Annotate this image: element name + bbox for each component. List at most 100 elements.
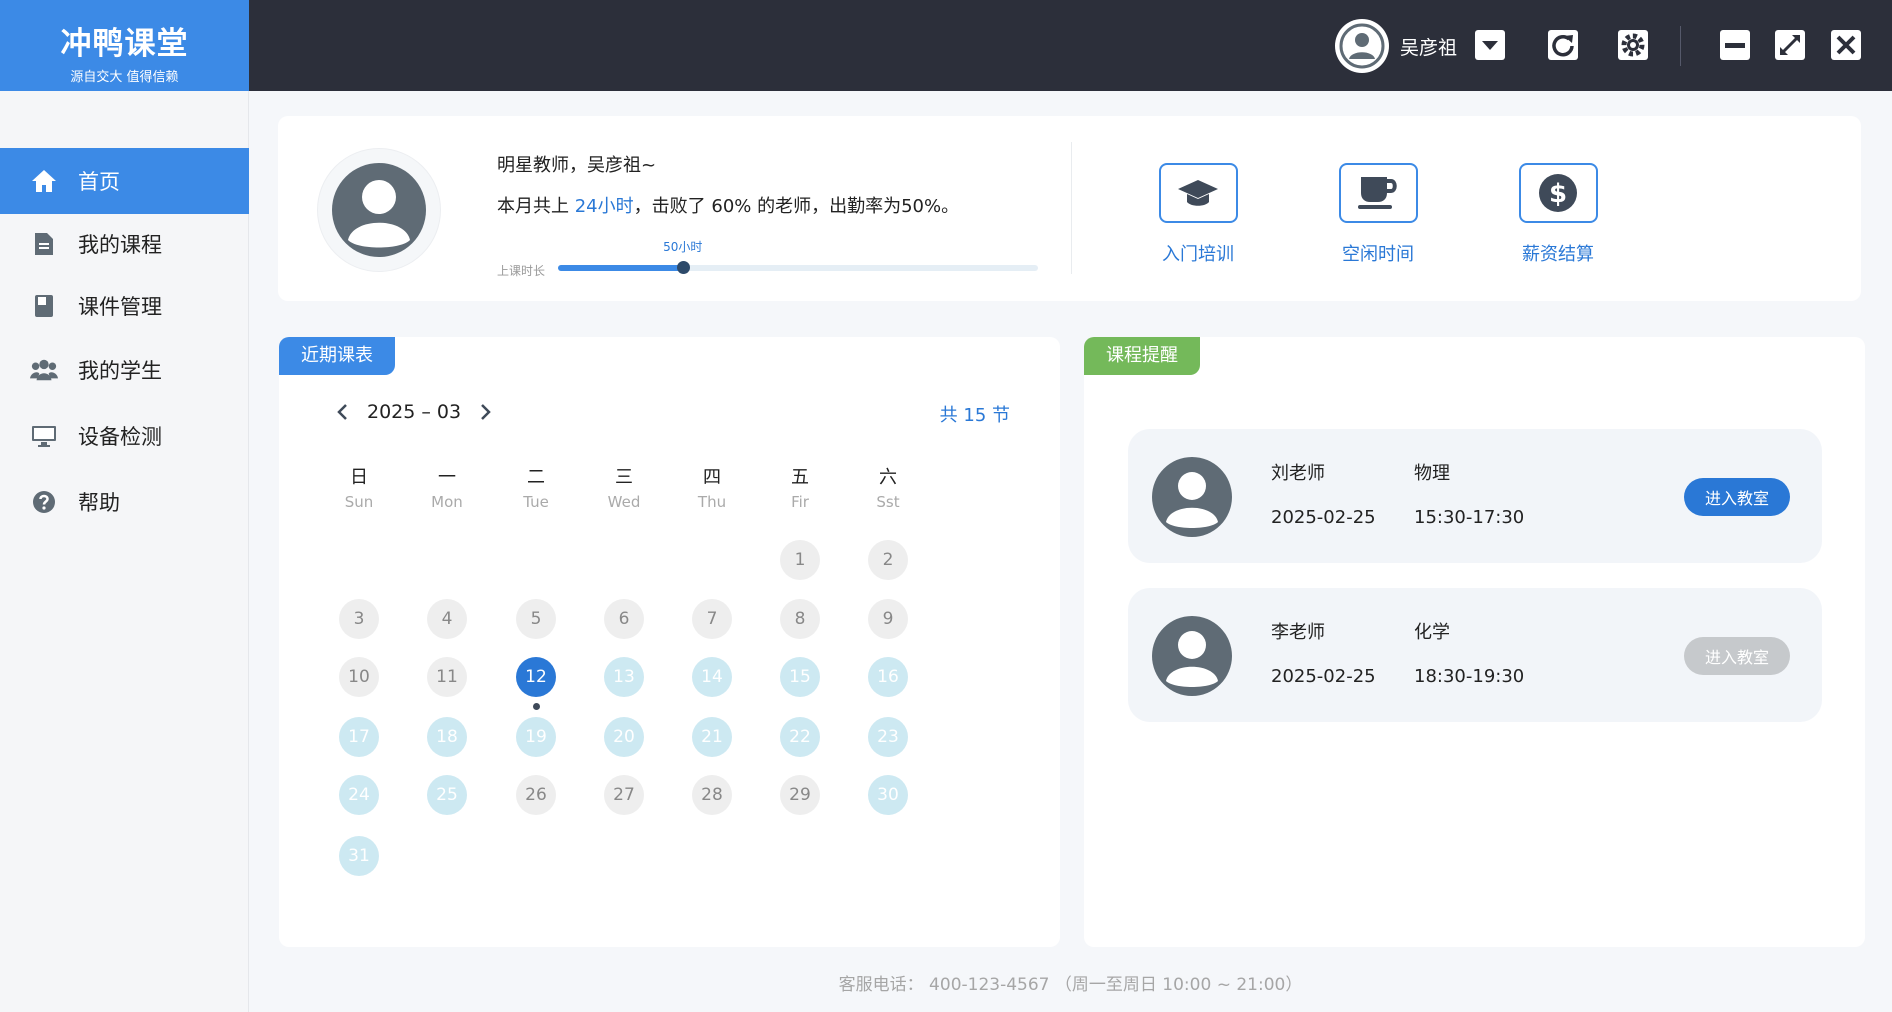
calendar-day[interactable]: 10 [339,657,379,697]
weekday-label: 三 Wed [584,463,664,511]
calendar-day[interactable]: 6 [604,599,644,639]
home-icon [30,167,58,195]
calendar-day[interactable]: 8 [780,599,820,639]
sidebar-item-label: 帮助 [78,491,120,515]
lesson-count: 共 15 节 [939,405,1010,426]
reminder-tag: 课程提醒 [1084,337,1200,375]
footer-hotline: 客服电话： 400-123-4567 （周一至周日 10:00 ~ 21:00） [838,975,1303,995]
weekday-cn: 五 [791,467,809,488]
month-navigator: 2025 – 03 [331,397,497,427]
weekday-cn: 六 [879,467,897,488]
reminder-panel: 课程提醒 刘老师 物理 2025-02-25 15:30-17:30 进入教室 … [1084,337,1865,947]
calendar-day[interactable]: 25 [427,775,467,815]
calendar-day[interactable]: 31 [339,836,379,876]
maximize-icon[interactable] [1772,27,1808,63]
enter-classroom-button[interactable]: 进入教室 [1684,478,1790,516]
calendar-day[interactable]: 2 [868,540,908,580]
teacher-name: 刘老师 [1271,463,1325,484]
course-subject: 化学 [1414,622,1450,643]
quick-action-free-time[interactable]: 空闲时间 [1323,163,1433,266]
calendar-day[interactable]: 20 [604,717,644,757]
top-bar: 冲鸭课堂 源自交大 值得信赖 吴彦祖 [0,0,1892,91]
quick-action-label: 入门培训 [1162,244,1234,265]
calendar-day[interactable]: 14 [692,657,732,697]
schedule-tag: 近期课表 [279,337,395,375]
sidebar-item-label: 课件管理 [78,295,162,319]
teaching-hours-progress: 50小时 [558,240,1038,274]
close-icon[interactable] [1828,27,1864,63]
calendar-day[interactable]: 27 [604,775,644,815]
sidebar-item-courseware[interactable]: 课件管理 [0,273,249,339]
dollar-icon: $ [1518,163,1598,223]
calendar-day[interactable]: 3 [339,599,379,639]
calendar-day[interactable]: 24 [339,775,379,815]
weekday-en: Fir [791,493,809,511]
calendar-day[interactable]: 5 [516,599,556,639]
schedule-panel: 近期课表 2025 – 03 共 15 节 日 Sun 一 Mon 二 Tue 三 Wed 四 T… [279,337,1060,947]
calendar-day[interactable]: 7 [692,599,732,639]
calendar-day[interactable]: 22 [780,717,820,757]
username[interactable]: 吴彦祖 [1400,33,1457,60]
sidebar-item-home[interactable]: 首页 [0,148,249,214]
calendar-day[interactable]: 4 [427,599,467,639]
sidebar-item-device-check[interactable]: 设备检测 [0,403,249,469]
weekday-cn: 四 [703,467,721,488]
dropdown-icon[interactable] [1472,27,1508,63]
calendar-day[interactable]: 19 [516,717,556,757]
user-avatar-icon[interactable] [1335,19,1389,73]
chevron-right-icon[interactable] [475,397,497,427]
quick-action-training[interactable]: 入门培训 [1143,163,1253,266]
calendar-day[interactable]: 13 [604,657,644,697]
sidebar-item-courses[interactable]: 我的课程 [0,211,249,277]
summary-prefix: 本月共上 [497,196,575,217]
sidebar-item-students[interactable]: 我的学生 [0,337,249,403]
sidebar-item-help[interactable]: 帮助 [0,469,249,535]
coffee-cup-icon [1338,163,1418,223]
avatar [317,148,441,272]
course-time: 18:30-19:30 [1414,666,1525,687]
sidebar-item-label: 首页 [78,170,120,194]
enter-classroom-button-disabled[interactable]: 进入教室 [1684,637,1790,675]
calendar-day[interactable]: 28 [692,775,732,815]
weekday-cn: 日 [350,467,368,488]
reminder-card: 刘老师 物理 2025-02-25 15:30-17:30 进入教室 [1128,429,1822,563]
calendar-day[interactable]: 26 [516,775,556,815]
divider [1680,26,1681,66]
course-date: 2025-02-25 [1271,666,1376,687]
book-icon [30,292,58,320]
calendar-day[interactable]: 30 [868,775,908,815]
weekday-label: 二 Tue [496,463,576,511]
calendar-day[interactable]: 9 [868,599,908,639]
calendar-day[interactable]: 29 [780,775,820,815]
calendar-day[interactable]: 16 [868,657,908,697]
calendar-day[interactable]: 21 [692,717,732,757]
course-time: 15:30-17:30 [1414,507,1525,528]
progress-fill [558,265,683,271]
calendar-day[interactable]: 1 [780,540,820,580]
calendar-day-today[interactable]: 12 [516,657,556,697]
refresh-icon[interactable] [1545,27,1581,63]
summary-hours: 24小时 [574,196,634,217]
avatar [1152,616,1232,696]
calendar-day[interactable]: 17 [339,717,379,757]
profile-card: 明星教师，吴彦祖~ 本月共上 24小时，击败了 60% 的老师，出勤率为50%。… [278,116,1861,301]
calendar-day[interactable]: 15 [780,657,820,697]
quick-action-label: 薪资结算 [1522,244,1594,265]
monthly-summary: 本月共上 24小时，击败了 60% 的老师，出勤率为50%。 [497,192,959,218]
quick-action-salary[interactable]: $ 薪资结算 [1503,163,1613,266]
weekday-en: Tue [523,493,549,511]
calendar-day[interactable]: 18 [427,717,467,757]
greeting-text: 明星教师，吴彦祖~ [497,155,657,176]
weekday-cn: 一 [438,467,456,488]
app-name: 冲鸭课堂 [60,26,189,62]
app-logo: 冲鸭课堂 源自交大 值得信赖 [0,0,249,91]
document-icon [30,230,58,258]
minimize-icon[interactable] [1717,27,1753,63]
calendar-day[interactable]: 23 [868,717,908,757]
today-indicator-dot [532,703,540,710]
weekday-en: Sun [344,493,374,511]
settings-icon[interactable] [1615,27,1651,63]
calendar-day[interactable]: 11 [427,657,467,697]
chevron-left-icon[interactable] [331,397,353,427]
sidebar-item-label: 我的课程 [78,233,162,257]
